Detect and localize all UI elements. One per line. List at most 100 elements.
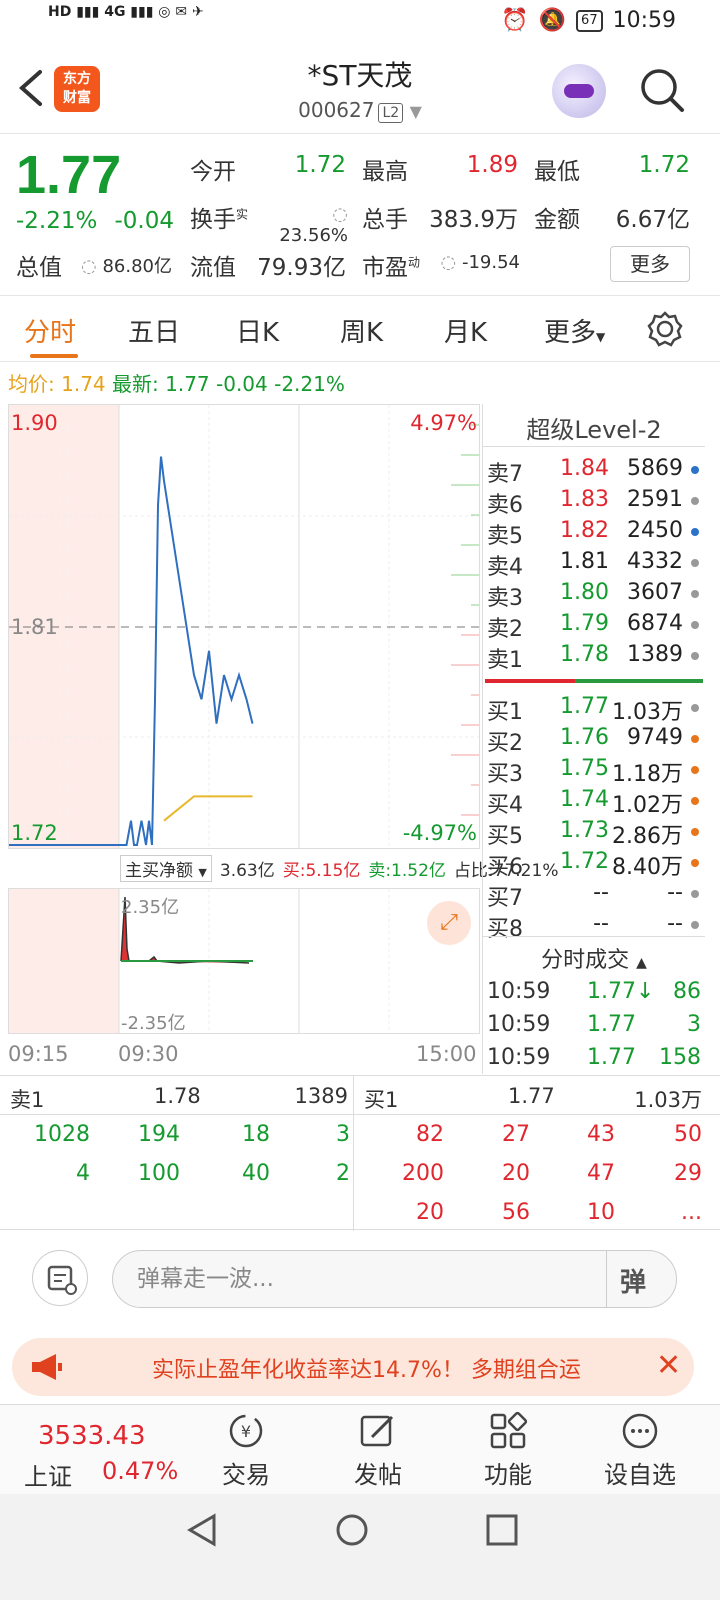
net-buy-chart[interactable]: 2.35亿 -2.35亿 ⤢ bbox=[8, 888, 480, 1034]
bid-price: 1.77 bbox=[560, 694, 609, 719]
bid-level-label: 买7 bbox=[487, 886, 523, 911]
ask-row[interactable]: 卖6 1.83 2591 bbox=[483, 487, 703, 518]
robot-assistant-avatar[interactable] bbox=[552, 64, 606, 118]
tab-five-day[interactable]: 五日 bbox=[128, 312, 180, 349]
bid-level-label: 买3 bbox=[487, 762, 523, 787]
bid-row[interactable]: 买4 1.74 1.02万 bbox=[483, 787, 703, 818]
more-dots-icon bbox=[622, 1413, 658, 1449]
tab-intraday[interactable]: 分时 bbox=[24, 312, 76, 349]
system-home-icon[interactable] bbox=[334, 1512, 370, 1548]
intraday-chart[interactable]: 1.90 1.81 1.72 4.97% -4.97% bbox=[8, 404, 480, 849]
time-pre: 09:15 bbox=[8, 1042, 69, 1066]
info-icon: ◌ bbox=[332, 204, 348, 225]
mktcap-value[interactable]: ◌ 86.80亿 bbox=[72, 252, 172, 278]
y-bottom-pct: -4.97% bbox=[402, 821, 477, 845]
ask-queue-cell: 18 bbox=[242, 1122, 270, 1147]
nav-add-watchlist[interactable]: 设自选 bbox=[590, 1405, 690, 1495]
system-recents-icon[interactable] bbox=[484, 1512, 520, 1548]
turnover-value[interactable]: ◌ 23.56% bbox=[258, 204, 348, 246]
latest-change: -0.04 bbox=[216, 372, 268, 396]
sub-bottom-label: -2.35亿 bbox=[121, 1013, 186, 1034]
bid-row[interactable]: 买6 1.72 8.40万 bbox=[483, 849, 703, 880]
bid-price: -- bbox=[593, 911, 609, 936]
ask-row[interactable]: 卖2 1.79 6874 bbox=[483, 611, 703, 642]
level2-panel[interactable]: 超级Level-2 卖7 1.84 5869 卖6 1.83 2591 卖5 1.82 2450… bbox=[482, 404, 705, 1074]
comment-bar: 弹幕走一波... 弹 bbox=[0, 1250, 720, 1310]
order-flag-icon bbox=[691, 559, 699, 567]
bid-volume: 1.03万 bbox=[612, 700, 683, 725]
nav-functions[interactable]: 功能 bbox=[458, 1405, 558, 1495]
expand-icon[interactable]: ⤢ bbox=[427, 901, 471, 945]
nav-trade[interactable]: ¥ 交易 bbox=[196, 1405, 296, 1495]
bid-row[interactable]: 买3 1.75 1.18万 bbox=[483, 756, 703, 787]
settings-gear-icon[interactable] bbox=[646, 310, 684, 348]
index-name: 上证 bbox=[24, 1463, 72, 1491]
comment-list-icon[interactable] bbox=[32, 1250, 88, 1306]
float-value: 79.93亿 bbox=[257, 255, 346, 281]
ad-banner[interactable]: 实际止盈年化收益率达14.7%！ 多期组合运 ✕ bbox=[12, 1338, 694, 1396]
ask-row[interactable]: 卖5 1.82 2450 bbox=[483, 518, 703, 549]
order-flag-icon bbox=[691, 528, 699, 536]
tab-daily-k[interactable]: 日K bbox=[236, 312, 279, 349]
high-label: 最高 bbox=[362, 159, 408, 185]
level2-title: 超级Level-2 bbox=[526, 416, 662, 444]
danmaku-send-button[interactable]: 弹 bbox=[620, 1262, 646, 1299]
stock-code-line[interactable]: 000627 L2 ▼ bbox=[0, 98, 720, 123]
pe-label: 市盈动 bbox=[362, 255, 421, 281]
ask-volume: 5869 bbox=[627, 456, 683, 481]
avg-label: 均价: bbox=[8, 372, 55, 396]
more-button[interactable]: 更多 bbox=[610, 246, 690, 282]
ticks-title[interactable]: 分时成交 ▲ bbox=[483, 942, 705, 974]
order-flag-icon bbox=[691, 497, 699, 505]
latest-label: 最新: bbox=[112, 372, 159, 396]
ask1-label: 卖1 bbox=[10, 1088, 45, 1112]
pe-value[interactable]: ◌ -19.54 bbox=[426, 252, 520, 273]
index-value: 3533.43 bbox=[38, 1421, 146, 1451]
tab-more[interactable]: 更多▼ bbox=[544, 312, 605, 349]
indicator-select[interactable]: 主买净额 ▼ bbox=[120, 854, 212, 882]
ask-row[interactable]: 卖1 1.78 1389 bbox=[483, 642, 703, 673]
current-price: 1.77 bbox=[16, 145, 122, 205]
bid-row[interactable]: 买2 1.76 9749 bbox=[483, 725, 703, 756]
change-pct: -2.21% bbox=[16, 208, 98, 234]
mktcap-label: 总值 bbox=[16, 255, 62, 281]
y-bottom-price: 1.72 bbox=[11, 821, 58, 845]
bid-level-label: 买2 bbox=[487, 731, 523, 756]
tab-monthly-k[interactable]: 月K bbox=[444, 312, 487, 349]
ask-row[interactable]: 卖3 1.80 3607 bbox=[483, 580, 703, 611]
close-icon[interactable]: ✕ bbox=[656, 1348, 681, 1383]
order-flag-icon bbox=[691, 828, 699, 836]
collapse-icon: ▲ bbox=[636, 955, 647, 971]
bid1-price: 1.77 bbox=[508, 1084, 555, 1108]
bid-volume: 9749 bbox=[627, 725, 683, 750]
tick-price: 1.77↓ bbox=[587, 979, 655, 1004]
bid-queue-cell: 20 bbox=[416, 1200, 444, 1225]
ask1-vol: 1389 bbox=[294, 1084, 348, 1108]
search-icon[interactable] bbox=[638, 66, 686, 114]
order-queue-table: 卖1 1.78 1389 买1 1.77 1.03万 1028 194 18 3 4 10… bbox=[0, 1075, 720, 1231]
bid-row[interactable]: 买5 1.73 2.86万 bbox=[483, 818, 703, 849]
ask-price: 1.78 bbox=[560, 642, 609, 667]
ask-level-label: 卖6 bbox=[487, 493, 523, 518]
bid-level-label: 买4 bbox=[487, 793, 523, 818]
danmaku-input[interactable]: 弹幕走一波... bbox=[112, 1250, 677, 1308]
bid-row[interactable]: 买7 -- -- bbox=[483, 880, 703, 911]
ask-row[interactable]: 卖4 1.81 4332 bbox=[483, 549, 703, 580]
system-back-icon[interactable] bbox=[184, 1512, 220, 1548]
ask-price: 1.80 bbox=[560, 580, 609, 605]
bid-row[interactable]: 买1 1.77 1.03万 bbox=[483, 694, 703, 725]
tick-volume: 158 bbox=[659, 1045, 701, 1070]
ask-row[interactable]: 卖7 1.84 5869 bbox=[483, 456, 703, 487]
ask-level-label: 卖1 bbox=[487, 648, 523, 673]
index-widget[interactable]: 3533.43 bbox=[38, 1421, 146, 1451]
bid-level-label: 买8 bbox=[487, 917, 523, 942]
tick-price: 1.77 bbox=[587, 1045, 636, 1070]
ask-level-label: 卖3 bbox=[487, 586, 523, 611]
nav-post[interactable]: 发帖 bbox=[328, 1405, 428, 1495]
tab-weekly-k[interactable]: 周K bbox=[340, 312, 383, 349]
order-flag-icon bbox=[691, 466, 699, 474]
time-close: 15:00 bbox=[416, 1042, 477, 1066]
ask-price: 1.81 bbox=[560, 549, 609, 574]
latest-pct: -2.21% bbox=[274, 372, 345, 396]
bid-queue-cell: 47 bbox=[587, 1161, 615, 1186]
